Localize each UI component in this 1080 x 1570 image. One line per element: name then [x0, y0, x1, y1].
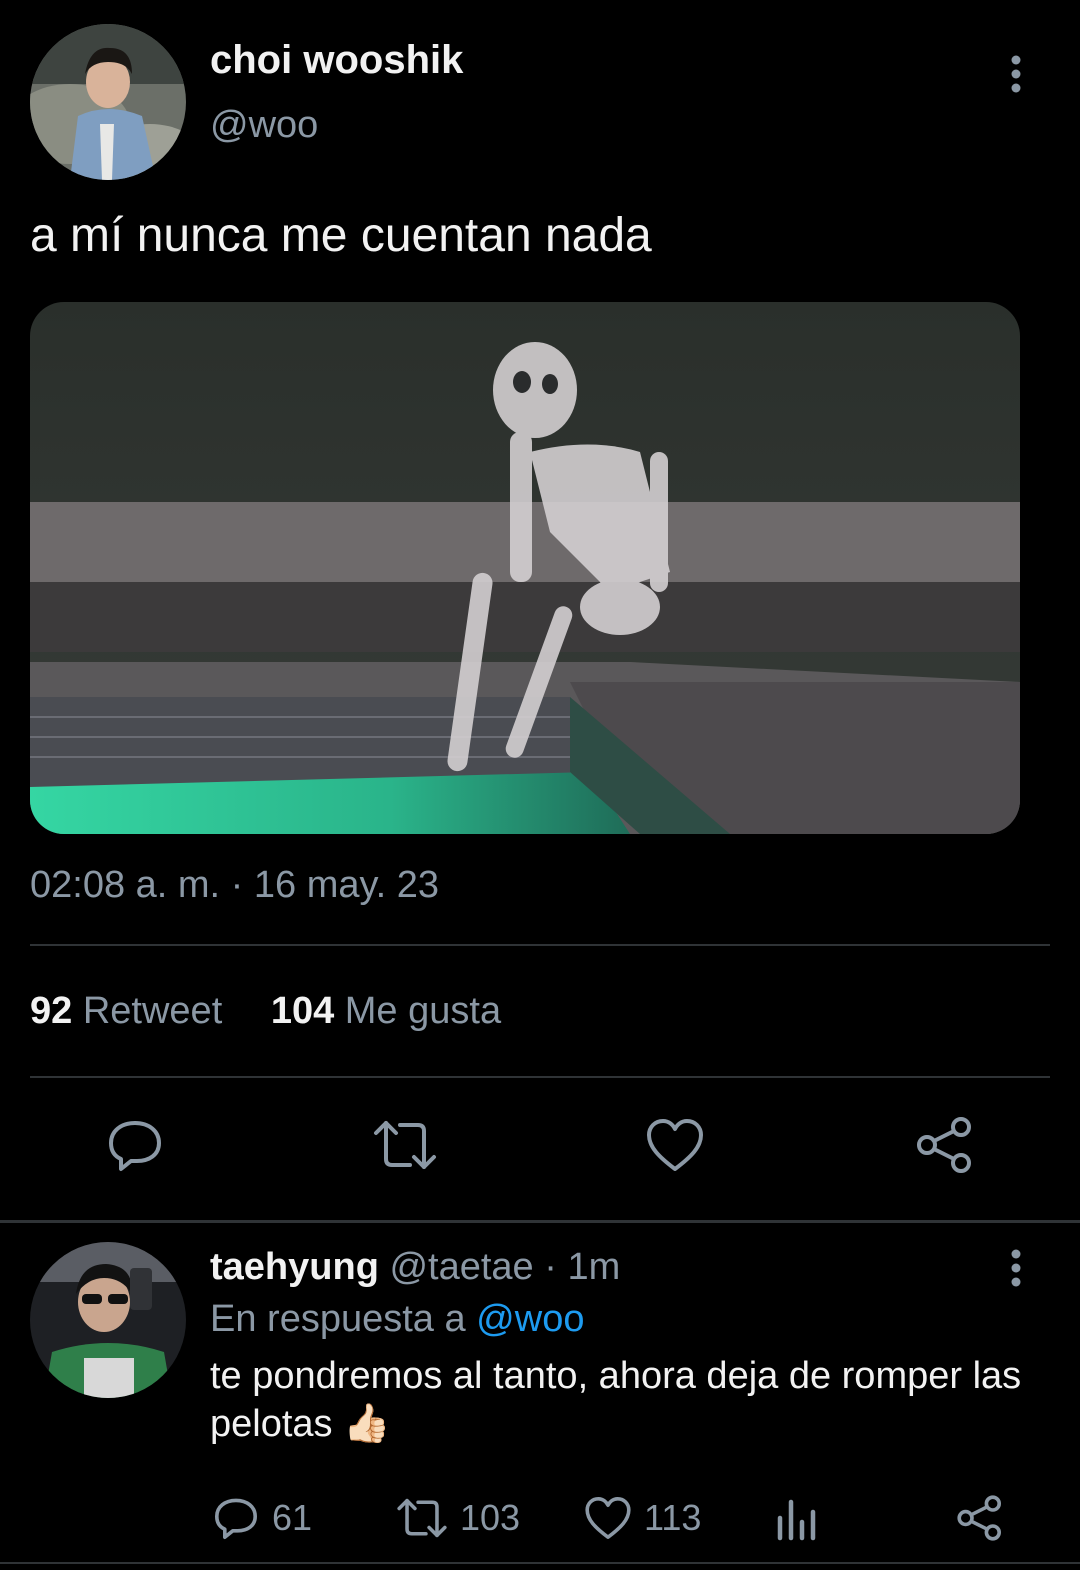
share-icon[interactable] — [956, 1490, 1004, 1546]
more-options-icon[interactable] — [996, 1246, 1036, 1290]
more-options-icon[interactable] — [996, 52, 1036, 96]
reply-action[interactable]: 61 — [212, 1490, 312, 1546]
avatar-photo — [30, 24, 186, 180]
analytics-icon[interactable] — [774, 1490, 818, 1546]
user-handle[interactable]: @woo — [210, 104, 318, 147]
retweet-action[interactable]: 103 — [396, 1490, 520, 1546]
like-label[interactable]: Me gusta — [345, 990, 501, 1032]
reply-icon[interactable] — [100, 1110, 170, 1180]
retweet-icon — [397, 1498, 447, 1538]
like-icon — [585, 1497, 631, 1539]
reply-time[interactable]: 1m — [567, 1246, 620, 1288]
tweet-actions — [0, 1110, 1080, 1190]
like-icon[interactable] — [640, 1110, 710, 1180]
separator-dot: · — [544, 1246, 557, 1288]
reply-actions: 61 103 113 — [0, 1490, 1080, 1550]
divider — [0, 1220, 1080, 1223]
divider — [0, 1562, 1080, 1564]
like-action[interactable]: 113 — [584, 1490, 701, 1546]
reply-to-mention[interactable]: @woo — [476, 1298, 584, 1340]
tweet-timestamp[interactable]: 02:08 a. m. · 16 may. 23 — [30, 864, 439, 907]
like-count: 113 — [644, 1497, 702, 1538]
retweet-count: 103 — [460, 1497, 521, 1538]
retweet-label[interactable]: Retweet — [83, 990, 222, 1032]
reply-icon — [215, 1498, 257, 1539]
tweet-media-image[interactable] — [30, 302, 1020, 834]
reply-user-handle[interactable]: @taetae — [389, 1246, 533, 1288]
share-icon[interactable] — [910, 1110, 980, 1180]
reply-to-line: En respuesta a @woo — [210, 1298, 584, 1341]
reply-text-body: te pondremos al tanto, ahora deja de rom… — [210, 1355, 1022, 1445]
like-count[interactable]: 104 — [271, 990, 334, 1032]
reply-text: te pondremos al tanto, ahora deja de rom… — [210, 1352, 1050, 1448]
divider — [30, 944, 1050, 946]
avatar[interactable] — [30, 1242, 186, 1398]
reply-to-prefix: En respuesta a — [210, 1298, 466, 1340]
avatar-photo — [30, 1242, 186, 1398]
skeleton-pool-photo — [30, 302, 1020, 834]
tweet-text: a mí nunca me cuentan nada — [30, 209, 652, 262]
reply-count: 61 — [272, 1497, 313, 1538]
reply-header: taehyung @taetae · 1m — [210, 1246, 620, 1289]
reply-display-name[interactable]: taehyung — [210, 1246, 379, 1288]
retweet-icon[interactable] — [370, 1110, 440, 1180]
retweet-count[interactable]: 92 — [30, 990, 72, 1032]
tweet-stats: 92 Retweet 104 Me gusta — [30, 990, 539, 1033]
avatar[interactable] — [30, 24, 186, 180]
thumbs-up-emoji: 👍🏻 — [343, 1403, 391, 1445]
display-name[interactable]: choi wooshik — [210, 38, 463, 83]
divider — [30, 1076, 1050, 1078]
